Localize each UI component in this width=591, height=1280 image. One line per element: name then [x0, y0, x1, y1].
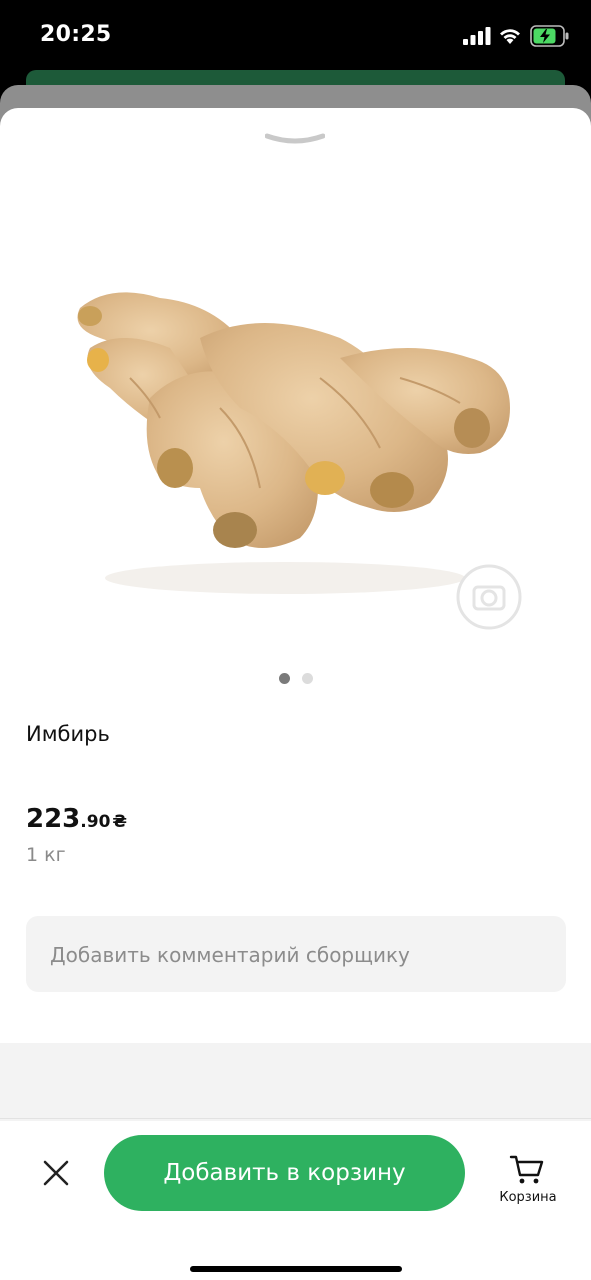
divider [0, 1118, 591, 1119]
wifi-icon [500, 29, 520, 44]
product-image [77, 292, 510, 594]
separator-band [0, 1043, 591, 1121]
chevron-down-icon[interactable] [265, 132, 325, 148]
cart-button[interactable]: Корзина [488, 1148, 568, 1218]
add-to-cart-button[interactable]: Добавить в корзину [104, 1135, 465, 1211]
signal-icon [463, 27, 491, 45]
product-unit: 1 кг [26, 844, 66, 866]
close-icon[interactable] [36, 1153, 76, 1193]
cart-icon [509, 1155, 544, 1184]
camera-watermark-icon [456, 564, 522, 630]
comment-input[interactable]: Добавить комментарий сборщику [26, 916, 566, 992]
battery-icon [530, 25, 569, 47]
price-main: 223 [26, 804, 81, 834]
carousel-indicator [0, 669, 591, 684]
status-time: 20:25 [40, 22, 112, 47]
home-indicator [190, 1266, 402, 1272]
status-bar: 20:25 [0, 0, 591, 70]
price-cents: .90 [80, 812, 111, 832]
product-price: 223.90 ₴ [26, 804, 127, 834]
comment-placeholder: Добавить комментарий сборщику [50, 943, 410, 967]
price-currency: ₴ [112, 812, 128, 832]
carousel-dot-active[interactable] [278, 673, 290, 684]
product-sheet: Имбирь 223.90 ₴ 1 кг Добавить комментарий… [0, 108, 591, 1280]
carousel-dot[interactable] [301, 673, 313, 684]
product-name: Имбирь [26, 722, 110, 746]
cart-label: Корзина [499, 1190, 557, 1205]
